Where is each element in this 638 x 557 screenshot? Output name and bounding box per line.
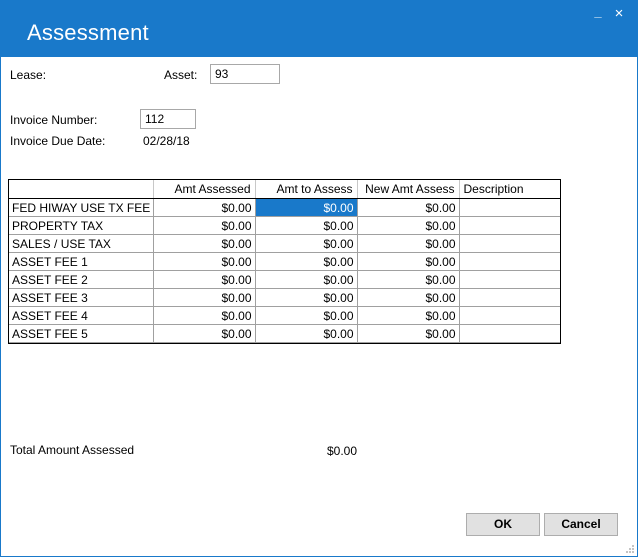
new-amt-assess-cell[interactable]: $0.00 (357, 288, 460, 307)
window-title: Assessment (27, 20, 149, 45)
amt-to-assess-cell[interactable]: $0.00 (255, 234, 358, 253)
new-amt-assess-cell[interactable]: $0.00 (357, 252, 460, 271)
amt-to-assess-cell[interactable]: $0.00 (255, 288, 358, 307)
assessment-window: Assessment _ × Lease: Asset: Invoice Num… (0, 0, 638, 557)
amt-assessed-cell[interactable]: $0.00 (153, 288, 256, 307)
description-cell[interactable] (459, 288, 560, 307)
amt-to-assess-cell[interactable]: $0.00 (255, 252, 358, 271)
fee-name-cell[interactable]: ASSET FEE 1 (9, 252, 154, 271)
column-header-amt-assessed[interactable]: Amt Assessed (153, 180, 256, 199)
table-row[interactable]: ASSET FEE 4 $0.00 $0.00 $0.00 (9, 306, 560, 325)
minimize-icon[interactable]: _ (591, 5, 605, 19)
amt-assessed-cell[interactable]: $0.00 (153, 234, 256, 253)
invoice-due-date-value: 02/28/18 (143, 134, 190, 148)
lease-label: Lease: (10, 68, 47, 82)
total-amount-value: $0.00 (327, 444, 358, 458)
column-header-amt-to-assess[interactable]: Amt to Assess (255, 180, 358, 199)
amt-assessed-cell[interactable]: $0.00 (153, 270, 256, 289)
table-row[interactable]: ASSET FEE 5 $0.00 $0.00 $0.00 (9, 324, 560, 343)
amt-assessed-cell[interactable]: $0.00 (153, 306, 256, 325)
amt-assessed-cell[interactable]: $0.00 (153, 252, 256, 271)
table-row[interactable]: PROPERTY TAX $0.00 $0.00 $0.00 (9, 216, 560, 235)
new-amt-assess-cell[interactable]: $0.00 (357, 216, 460, 235)
amt-to-assess-cell[interactable]: $0.00 (255, 198, 358, 217)
asset-input[interactable] (210, 64, 280, 84)
table-row[interactable]: ASSET FEE 1 $0.00 $0.00 $0.00 (9, 252, 560, 271)
asset-label: Asset: (164, 68, 198, 82)
title-bar: Assessment _ × (1, 1, 637, 57)
fee-name-cell[interactable]: ASSET FEE 5 (9, 324, 154, 343)
fees-table: Amt Assessed Amt to Assess New Amt Asses… (9, 180, 560, 343)
fee-name-cell[interactable]: SALES / USE TAX (9, 234, 154, 253)
resize-grip-icon[interactable] (625, 544, 635, 554)
fee-name-cell[interactable]: FED HIWAY USE TX FEE (9, 198, 154, 217)
amt-to-assess-cell[interactable]: $0.00 (255, 324, 358, 343)
fee-name-cell[interactable]: ASSET FEE 3 (9, 288, 154, 307)
description-cell[interactable] (459, 216, 560, 235)
ok-button[interactable]: OK (466, 513, 540, 536)
amt-to-assess-cell[interactable]: $0.00 (255, 306, 358, 325)
cancel-button[interactable]: Cancel (544, 513, 618, 536)
table-row[interactable]: ASSET FEE 3 $0.00 $0.00 $0.00 (9, 288, 560, 307)
description-cell[interactable] (459, 198, 560, 217)
description-cell[interactable] (459, 270, 560, 289)
amt-assessed-cell[interactable]: $0.00 (153, 324, 256, 343)
column-header-name[interactable] (9, 180, 154, 199)
table-row[interactable]: FED HIWAY USE TX FEE $0.00 $0.00 $0.00 (9, 198, 560, 217)
description-cell[interactable] (459, 234, 560, 253)
column-header-new-amt-assess[interactable]: New Amt Assess (357, 180, 460, 199)
total-amount-label: Total Amount Assessed (10, 443, 135, 457)
description-cell[interactable] (459, 306, 560, 325)
amt-assessed-cell[interactable]: $0.00 (153, 216, 256, 235)
close-icon[interactable]: × (612, 6, 626, 21)
description-cell[interactable] (459, 252, 560, 271)
invoice-due-date-label: Invoice Due Date: (10, 134, 106, 148)
column-header-description[interactable]: Description (459, 180, 560, 199)
invoice-number-input[interactable] (140, 109, 196, 129)
amt-to-assess-cell[interactable]: $0.00 (255, 216, 358, 235)
new-amt-assess-cell[interactable]: $0.00 (357, 270, 460, 289)
amt-to-assess-cell[interactable]: $0.00 (255, 270, 358, 289)
description-cell[interactable] (459, 324, 560, 343)
new-amt-assess-cell[interactable]: $0.00 (357, 324, 460, 343)
amt-assessed-cell[interactable]: $0.00 (153, 198, 256, 217)
new-amt-assess-cell[interactable]: $0.00 (357, 306, 460, 325)
grid-header-row: Amt Assessed Amt to Assess New Amt Asses… (9, 180, 560, 199)
fee-name-cell[interactable]: PROPERTY TAX (9, 216, 154, 235)
fees-grid: Amt Assessed Amt to Assess New Amt Asses… (8, 179, 561, 344)
table-row[interactable]: SALES / USE TAX $0.00 $0.00 $0.00 (9, 234, 560, 253)
table-row[interactable]: ASSET FEE 2 $0.00 $0.00 $0.00 (9, 270, 560, 289)
fee-name-cell[interactable]: ASSET FEE 2 (9, 270, 154, 289)
invoice-number-label: Invoice Number: (10, 113, 98, 127)
new-amt-assess-cell[interactable]: $0.00 (357, 234, 460, 253)
new-amt-assess-cell[interactable]: $0.00 (357, 198, 460, 217)
fee-name-cell[interactable]: ASSET FEE 4 (9, 306, 154, 325)
